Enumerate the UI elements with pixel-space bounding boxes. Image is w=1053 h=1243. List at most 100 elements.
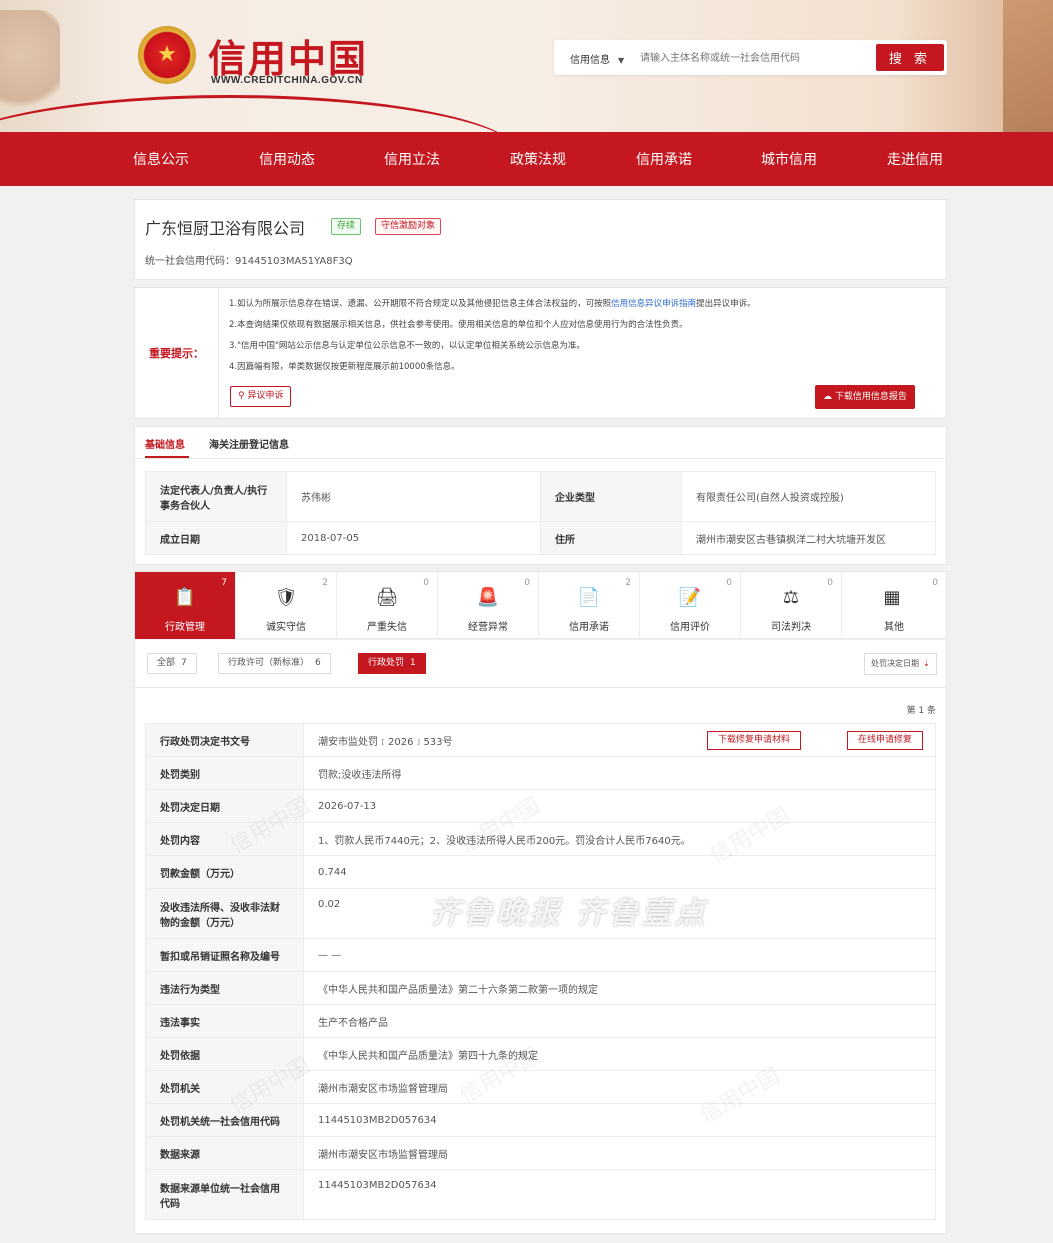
category-tile-commitment[interactable]: 📄 信用承诺 2 (539, 572, 640, 639)
field-label: 法定代表人/负责人/执行事务合伙人 (145, 471, 287, 522)
status-badge: 存续 (331, 218, 362, 235)
filter-admin-license[interactable]: 行政许可（新标准） 6 (218, 653, 331, 674)
field-value: 《中华人民共和国产品质量法》第二十六条第二款第一项的规定 (303, 971, 936, 1005)
nav-item-city-credit[interactable]: 城市信用 (761, 149, 817, 169)
field-label: 数据来源单位统一社会信用代码 (145, 1169, 304, 1220)
filter-count: 6 (315, 658, 321, 668)
cloud-download-icon: ☁ (823, 392, 835, 402)
category-tile-judgment[interactable]: ⚖ 司法判决 0 (741, 572, 842, 639)
nav-item-about-credit[interactable]: 走进信用 (887, 149, 943, 169)
notice-line-2: 2.本查询结果仅依现有数据展示相关信息，供社会参考使用。使用相关信息的单位和个人… (229, 320, 688, 330)
nav-item-info-disclosure[interactable]: 信息公示 (133, 149, 189, 169)
search-type-label: 信用信息 (570, 55, 610, 66)
info-tabbar: 基础信息 海关注册登记信息 (135, 427, 946, 459)
category-tile-abnormal[interactable]: 🚨 经营异常 0 (438, 572, 539, 639)
sort-by-penalty-date[interactable]: 处罚决定日期 ⇣ (864, 653, 937, 675)
field-label: 数据来源 (145, 1136, 304, 1170)
table-row: 罚款金额（万元） 0.744 (145, 855, 936, 889)
filter-count: 1 (410, 658, 416, 668)
nav-item-credit-news[interactable]: 信用动态 (259, 149, 315, 169)
notice-text: 提出异议申诉。 (696, 299, 756, 309)
category-tile-honesty[interactable]: 🛡 诚实守信 2 (236, 572, 337, 639)
download-repair-materials-button[interactable]: 下载修复申请材料 (706, 731, 801, 750)
category-tile-other[interactable]: ▦ 其他 0 (842, 572, 946, 639)
table-row: 处罚依据 《中华人民共和国产品质量法》第四十九条的规定 (145, 1037, 936, 1071)
table-row: 法定代表人/负责人/执行事务合伙人 苏伟彬 企业类型 有限责任公司(自然人投资或… (145, 471, 936, 522)
download-report-button[interactable]: ☁ 下载信用信息报告 (815, 385, 915, 409)
field-label: 处罚依据 (145, 1037, 304, 1071)
category-tile-admin[interactable]: 📋 行政管理 7 (135, 572, 236, 639)
nav-item-policies[interactable]: 政策法规 (510, 149, 566, 169)
filter-label: 全部 (157, 658, 176, 668)
category-count: 0 (726, 578, 732, 588)
field-value: 潮州市潮安区古巷镇枫洋二村大坑塘开发区 (681, 521, 936, 555)
field-value: 《中华人民共和国产品质量法》第四十九条的规定 (303, 1037, 936, 1071)
category-count: 2 (625, 578, 631, 588)
filter-bar: 全部 7 行政许可（新标准） 6 行政处罚 1 处罚决定日期 ⇣ (134, 640, 947, 688)
search-button[interactable]: 搜 索 (876, 44, 944, 71)
table-row: 行政处罚决定书文号 潮安市监处罚﹝2026﹞533号 下载修复申请材料 在线申请修复 (145, 723, 936, 757)
nav-item-credit-commitment[interactable]: 信用承诺 (636, 149, 692, 169)
field-label: 行政处罚决定书文号 (145, 723, 304, 757)
evaluation-icon: 📝 (678, 586, 702, 608)
category-label: 行政管理 (165, 622, 205, 633)
field-value: 0.744 (303, 855, 936, 889)
field-value: 潮州市潮安区市场监督管理局 (303, 1136, 936, 1170)
filter-all[interactable]: 全部 7 (147, 653, 197, 674)
filter-admin-penalty[interactable]: 行政处罚 1 (358, 653, 426, 674)
category-tiles: 📋 行政管理 7 🛡 诚实守信 2 🖨 严重失信 0 🚨 经营异常 0 📄 信用… (134, 571, 947, 639)
field-label: 违法事实 (145, 1004, 304, 1038)
field-label: 处罚决定日期 (145, 789, 304, 823)
field-value: 有限责任公司(自然人投资或控股) (681, 471, 936, 522)
notice-label: 重要提示： (135, 288, 219, 418)
table-row: 处罚内容 1、罚款人民币7440元；2、没收违法所得人民币200元。罚没合计人民币… (145, 822, 936, 856)
basic-info-panel: 基础信息 海关注册登记信息 法定代表人/负责人/执行事务合伙人 苏伟彬 企业类型… (134, 426, 947, 565)
category-count: 0 (524, 578, 530, 588)
table-row: 暂扣或吊销证照名称及编号 — — (145, 938, 936, 972)
category-label: 诚实守信 (266, 622, 306, 633)
chevron-down-icon: ▼ (618, 56, 625, 65)
credit-code: 统一社会信用代码：91445103MA51YA8F3Q (145, 252, 353, 267)
field-value: 潮安市监处罚﹝2026﹞533号 下载修复申请材料 在线申请修复 (303, 723, 936, 757)
company-name: 广东恒厨卫浴有限公司 (145, 219, 306, 238)
table-row: 处罚决定日期 2026-07-13 (145, 789, 936, 823)
field-value: 1、罚款人民币7440元；2、没收违法所得人民币200元。罚没合计人民币7640… (303, 822, 936, 856)
header-decoration (1003, 0, 1053, 132)
search-type-select[interactable]: 信用信息 ▼ (570, 51, 624, 66)
filter-label: 行政许可（新标准） (228, 658, 310, 668)
objection-button[interactable]: ⚲ 异议申诉 (230, 386, 292, 407)
national-emblem-icon[interactable]: ★ (138, 26, 196, 84)
table-row: 数据来源 潮州市潮安区市场监督管理局 (145, 1136, 936, 1170)
header-arc (0, 95, 520, 132)
field-value: 2018-07-05 (286, 521, 541, 555)
category-count: 2 (322, 578, 328, 588)
table-row: 成立日期 2018-07-05 住所 潮州市潮安区古巷镇枫洋二村大坑塘开发区 (145, 521, 936, 555)
judgment-icon: ⚖ (782, 586, 800, 608)
tab-basic-info[interactable]: 基础信息 (145, 436, 185, 451)
field-value: 潮州市潮安区市场监督管理局 (303, 1070, 936, 1104)
penalty-record-panel: 第 1 条 行政处罚决定书文号 潮安市监处罚﹝2026﹞533号 下载修复申请材料 在… (134, 688, 947, 1234)
basic-info-table: 法定代表人/负责人/执行事务合伙人 苏伟彬 企业类型 有限责任公司(自然人投资或… (145, 471, 936, 555)
sort-label: 处罚决定日期 (871, 659, 919, 668)
field-value: 11445103MB2D057634 (303, 1169, 936, 1220)
category-count: 0 (827, 578, 833, 588)
tab-customs-registration[interactable]: 海关注册登记信息 (209, 436, 289, 451)
search-input[interactable] (640, 48, 870, 68)
objection-button-label: 异议申诉 (247, 391, 284, 401)
credit-code-value: 91445103MA51YA8F3Q (235, 256, 353, 267)
objection-guide-link[interactable]: 信用信息异议申诉指南 (611, 299, 696, 309)
dishonest-icon: 🖨 (375, 586, 399, 608)
category-tile-dishonest[interactable]: 🖨 严重失信 0 (337, 572, 438, 639)
field-label: 处罚机关统一社会信用代码 (145, 1103, 304, 1137)
table-row: 处罚机关统一社会信用代码 11445103MB2D057634 (145, 1103, 936, 1137)
category-tile-evaluation[interactable]: 📝 信用评价 0 (640, 572, 741, 639)
online-repair-button[interactable]: 在线申请修复 (846, 731, 923, 750)
honor-badge: 守信激励对象 (375, 218, 442, 235)
field-label: 违法行为类型 (145, 971, 304, 1005)
sort-arrow-icon: ⇣ (923, 659, 930, 668)
table-row: 处罚机关 潮州市潮安区市场监督管理局 (145, 1070, 936, 1104)
notice-line-1: 1.如认为所展示信息存在错误、遗漏、公开期限不符合规定以及其他侵犯信息主体合法权… (229, 297, 756, 309)
tab-active-indicator (145, 456, 189, 458)
field-label: 没收违法所得、没收非法财物的金额（万元） (145, 888, 304, 939)
nav-item-credit-legislation[interactable]: 信用立法 (384, 149, 440, 169)
